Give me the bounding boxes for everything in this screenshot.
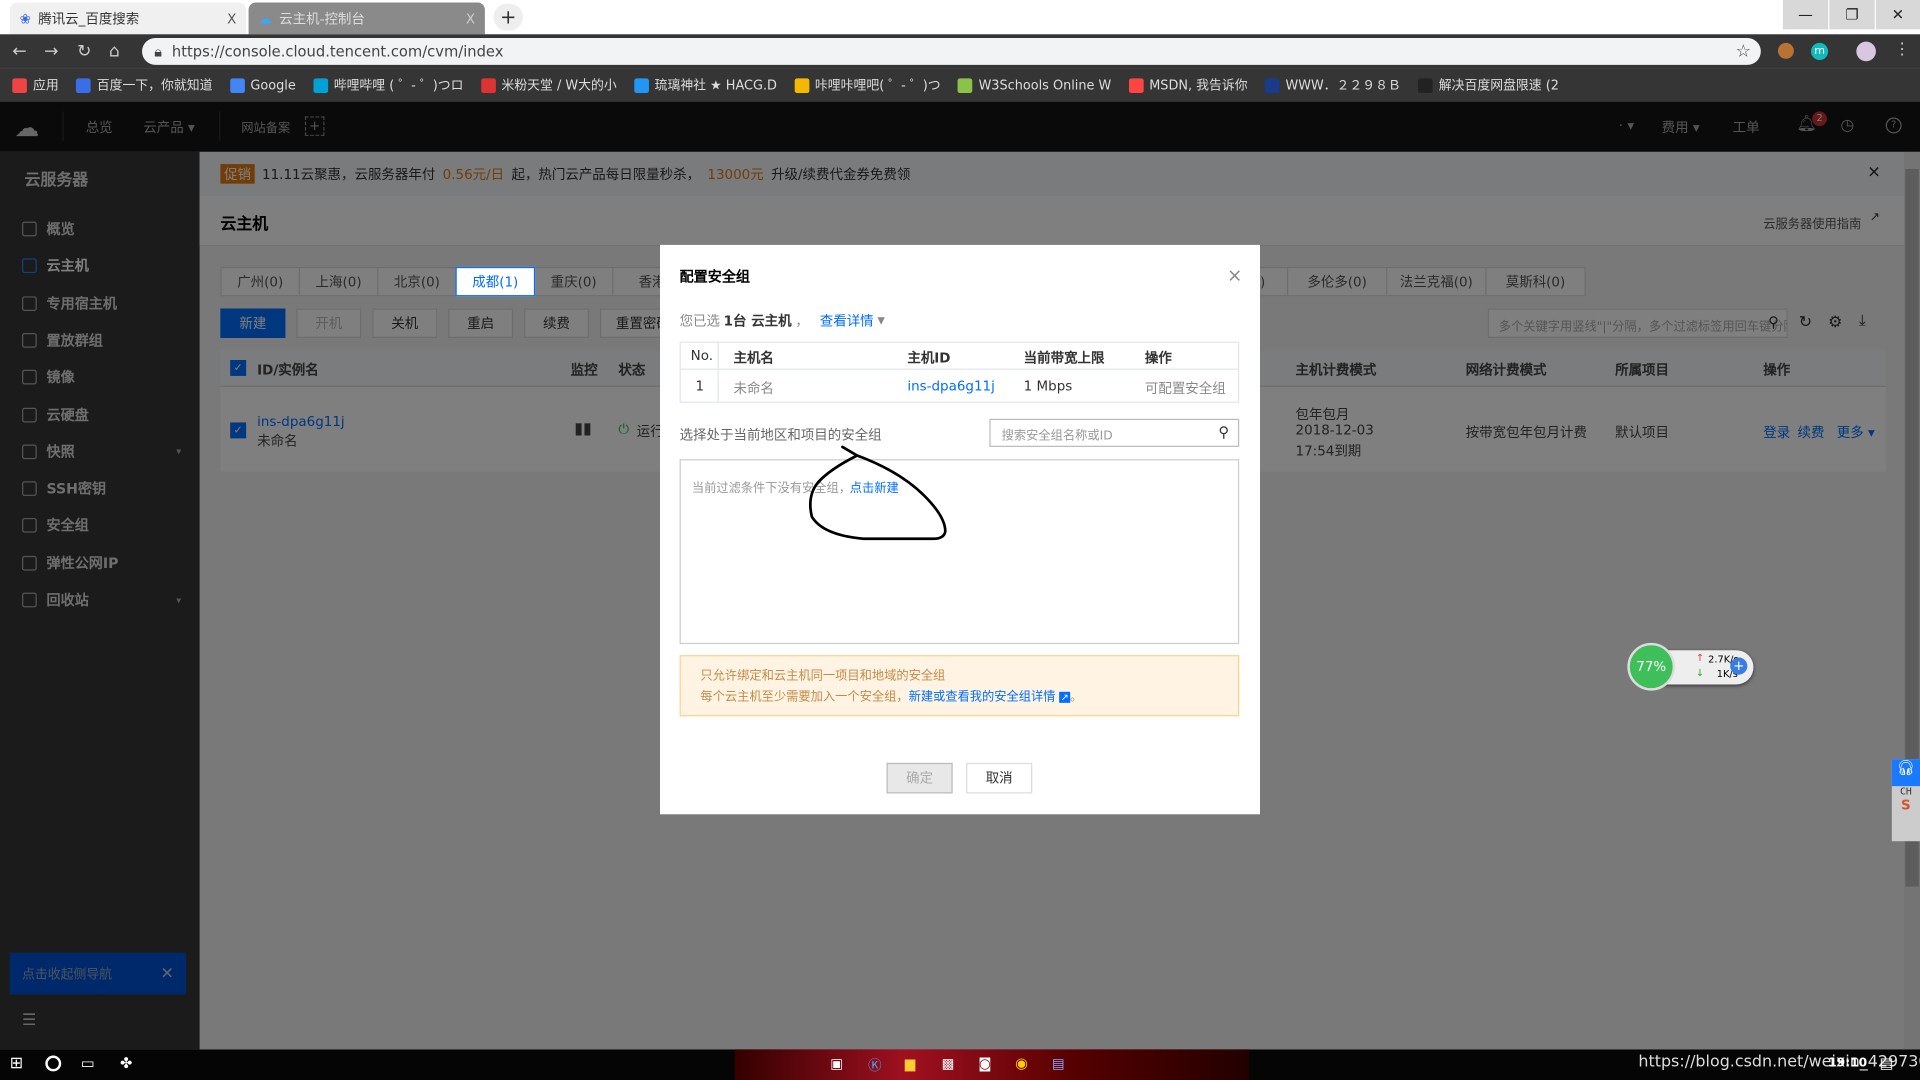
sogou-icon[interactable]: S xyxy=(1892,797,1920,813)
headset-icon[interactable]: 🎧︎ xyxy=(1891,759,1920,787)
action-center-icon[interactable]: ▤ xyxy=(1880,1054,1894,1071)
file-explorer-icon[interactable]: ▆ xyxy=(905,1056,915,1072)
csdn-watermark: https://blog.csdn.net/weixin_42973073 xyxy=(1638,1053,1920,1072)
clock[interactable]: 19:10 xyxy=(1828,1057,1867,1070)
app-icon[interactable]: ✤ xyxy=(120,1054,132,1071)
cortana-icon[interactable] xyxy=(45,1055,62,1072)
app-k-icon[interactable]: Ⓚ xyxy=(868,1056,881,1076)
store-icon[interactable]: ◙ xyxy=(978,1056,991,1072)
hand-drawn-circle-annotation xyxy=(809,445,947,541)
memory-usage-ball[interactable]: 77% xyxy=(1627,642,1676,691)
plus-icon[interactable]: + xyxy=(1730,657,1748,675)
ime-toolbar[interactable]: 🎧︎ CH S xyxy=(1891,759,1920,842)
download-arrow-icon: ↓ xyxy=(1695,667,1705,679)
ime-language[interactable]: CH xyxy=(1892,786,1920,797)
app-icon[interactable]: ▤ xyxy=(1052,1056,1065,1072)
region-tab[interactable]: 成都(1) xyxy=(455,266,536,297)
app-icon[interactable]: ▩ xyxy=(942,1056,955,1072)
screen: ❀ 腾讯云_百度搜索 X ☁ 云主机-控制台 X + — ❐ ✕ ← → ↻ ⌂… xyxy=(0,0,1920,1080)
terminal-icon[interactable]: ▣ xyxy=(830,1056,843,1072)
windows-start-icon[interactable]: ⊞ xyxy=(10,1054,23,1072)
taskbar: ⊞ ▭ ✤ ▣ Ⓚ ▆ ▩ ◙ ◉ ▤ https://blog.csdn.ne… xyxy=(0,1049,1920,1080)
upload-arrow-icon: ↑ xyxy=(1695,652,1705,664)
chrome-icon[interactable]: ◉ xyxy=(1015,1054,1028,1071)
task-view-icon[interactable]: ▭ xyxy=(81,1054,95,1071)
wallpaper-strip xyxy=(734,1049,1249,1080)
